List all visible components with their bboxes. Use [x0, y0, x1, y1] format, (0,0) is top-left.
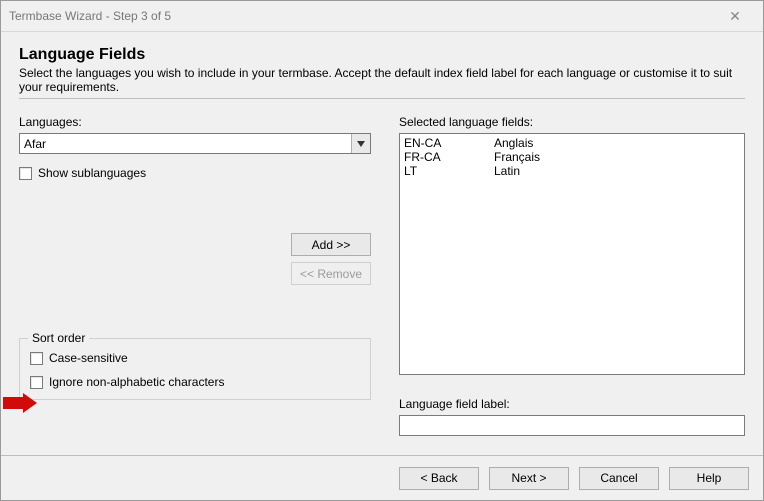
languages-combobox[interactable]	[19, 133, 371, 154]
case-sensitive-label: Case-sensitive	[49, 351, 128, 365]
languages-input[interactable]	[20, 134, 351, 153]
page-subheading: Select the languages you wish to include…	[19, 66, 745, 94]
show-sublanguages-label: Show sublanguages	[38, 166, 146, 180]
cancel-button[interactable]: Cancel	[579, 467, 659, 490]
list-item[interactable]: LT Latin	[404, 164, 740, 178]
window-title: Termbase Wizard - Step 3 of 5	[9, 1, 171, 31]
selected-fields-listbox[interactable]: EN-CA Anglais FR-CA Français LT Latin	[399, 133, 745, 375]
ignore-nonalpha-checkbox[interactable]: Ignore non-alphabetic characters	[30, 375, 360, 389]
lang-code: FR-CA	[404, 150, 494, 164]
back-button[interactable]: < Back	[399, 467, 479, 490]
remove-button: << Remove	[291, 262, 371, 285]
close-icon[interactable]: ✕	[715, 1, 755, 31]
checkbox-icon	[30, 352, 43, 365]
sort-order-group: Sort order Case-sensitive Ignore non-alp…	[19, 338, 371, 400]
next-button[interactable]: Next >	[489, 467, 569, 490]
add-button[interactable]: Add >>	[291, 233, 371, 256]
sort-order-legend: Sort order	[28, 331, 89, 345]
case-sensitive-checkbox[interactable]: Case-sensitive	[30, 351, 360, 365]
lang-name: Français	[494, 150, 540, 164]
lang-code: LT	[404, 164, 494, 178]
help-button[interactable]: Help	[669, 467, 749, 490]
languages-label: Languages:	[19, 115, 371, 129]
language-field-label-caption: Language field label:	[399, 397, 745, 411]
checkbox-icon	[19, 167, 32, 180]
checkbox-icon	[30, 376, 43, 389]
selected-fields-label: Selected language fields:	[399, 115, 745, 129]
language-field-label-input[interactable]	[399, 415, 745, 436]
lang-name: Latin	[494, 164, 520, 178]
show-sublanguages-checkbox[interactable]: Show sublanguages	[19, 166, 371, 180]
titlebar: Termbase Wizard - Step 3 of 5 ✕	[1, 1, 763, 32]
wizard-window: Termbase Wizard - Step 3 of 5 ✕ Language…	[0, 0, 764, 501]
lang-name: Anglais	[494, 136, 533, 150]
lang-code: EN-CA	[404, 136, 494, 150]
divider	[19, 98, 745, 99]
list-item[interactable]: EN-CA Anglais	[404, 136, 740, 150]
page-title: Language Fields	[19, 46, 745, 64]
ignore-nonalpha-label: Ignore non-alphabetic characters	[49, 375, 224, 389]
wizard-footer: < Back Next > Cancel Help	[1, 455, 763, 500]
list-item[interactable]: FR-CA Français	[404, 150, 740, 164]
chevron-down-icon[interactable]	[351, 134, 370, 153]
